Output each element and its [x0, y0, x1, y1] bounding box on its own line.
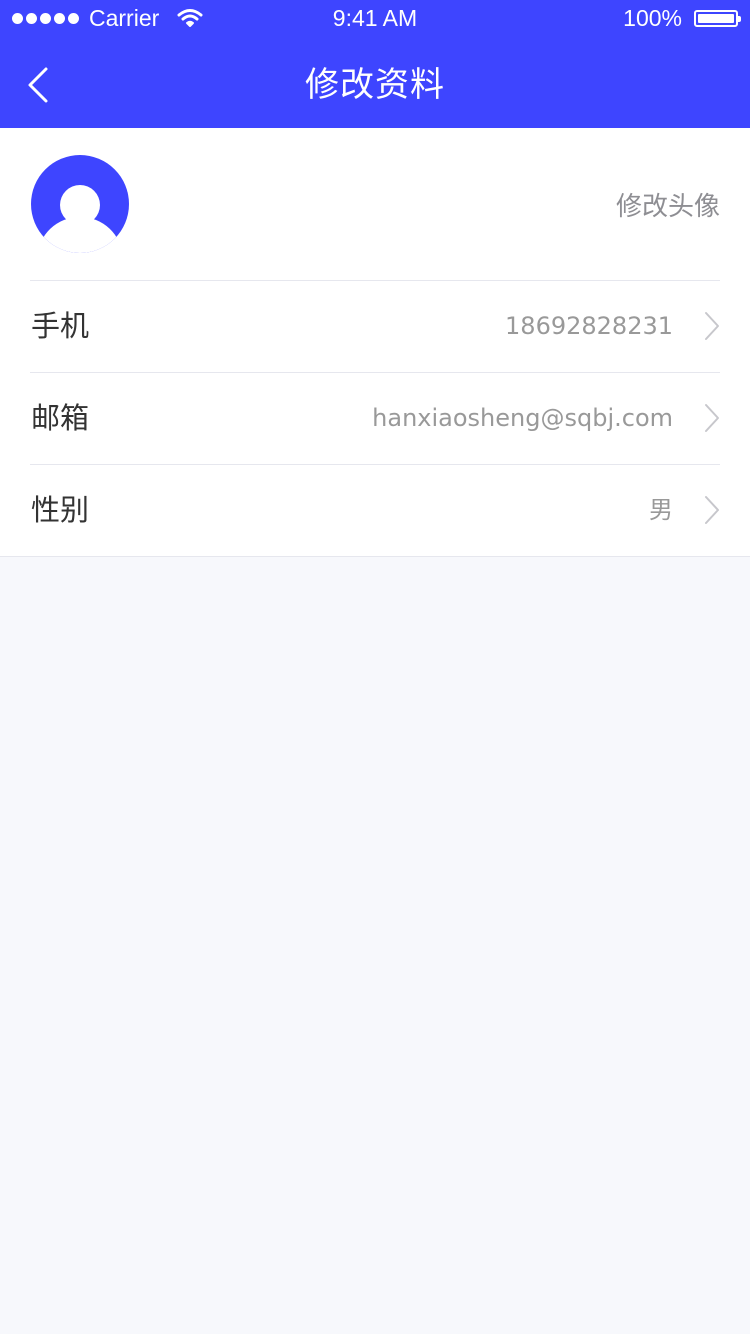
- profile-card: 修改头像 手机 18692828231 邮箱 hanxiaosheng@sqbj…: [0, 128, 750, 557]
- gender-row[interactable]: 性别 男: [0, 464, 750, 556]
- phone-row[interactable]: 手机 18692828231: [0, 280, 750, 372]
- header: Carrier 9:41 AM 100% 修改资料: [0, 0, 750, 128]
- gender-label: 性别: [31, 493, 90, 527]
- battery-percentage: 100%: [623, 5, 682, 31]
- status-bar: Carrier 9:41 AM 100%: [0, 0, 750, 40]
- chevron-right-icon: [705, 404, 719, 432]
- phone-label: 手机: [31, 309, 90, 343]
- page-title: 修改资料: [305, 65, 445, 105]
- email-value: hanxiaosheng@sqbj.com: [372, 404, 673, 432]
- divider: [30, 464, 720, 465]
- gender-value: 男: [649, 496, 673, 524]
- change-avatar-link[interactable]: 修改头像: [616, 186, 720, 223]
- email-label: 邮箱: [31, 401, 90, 435]
- chevron-right-icon: [705, 312, 719, 340]
- email-row[interactable]: 邮箱 hanxiaosheng@sqbj.com: [0, 372, 750, 464]
- avatar-row[interactable]: 修改头像: [0, 128, 750, 280]
- phone-value: 18692828231: [505, 312, 673, 340]
- chevron-right-icon: [705, 496, 719, 524]
- battery-icon: [694, 10, 741, 27]
- user-avatar-icon[interactable]: [31, 155, 129, 253]
